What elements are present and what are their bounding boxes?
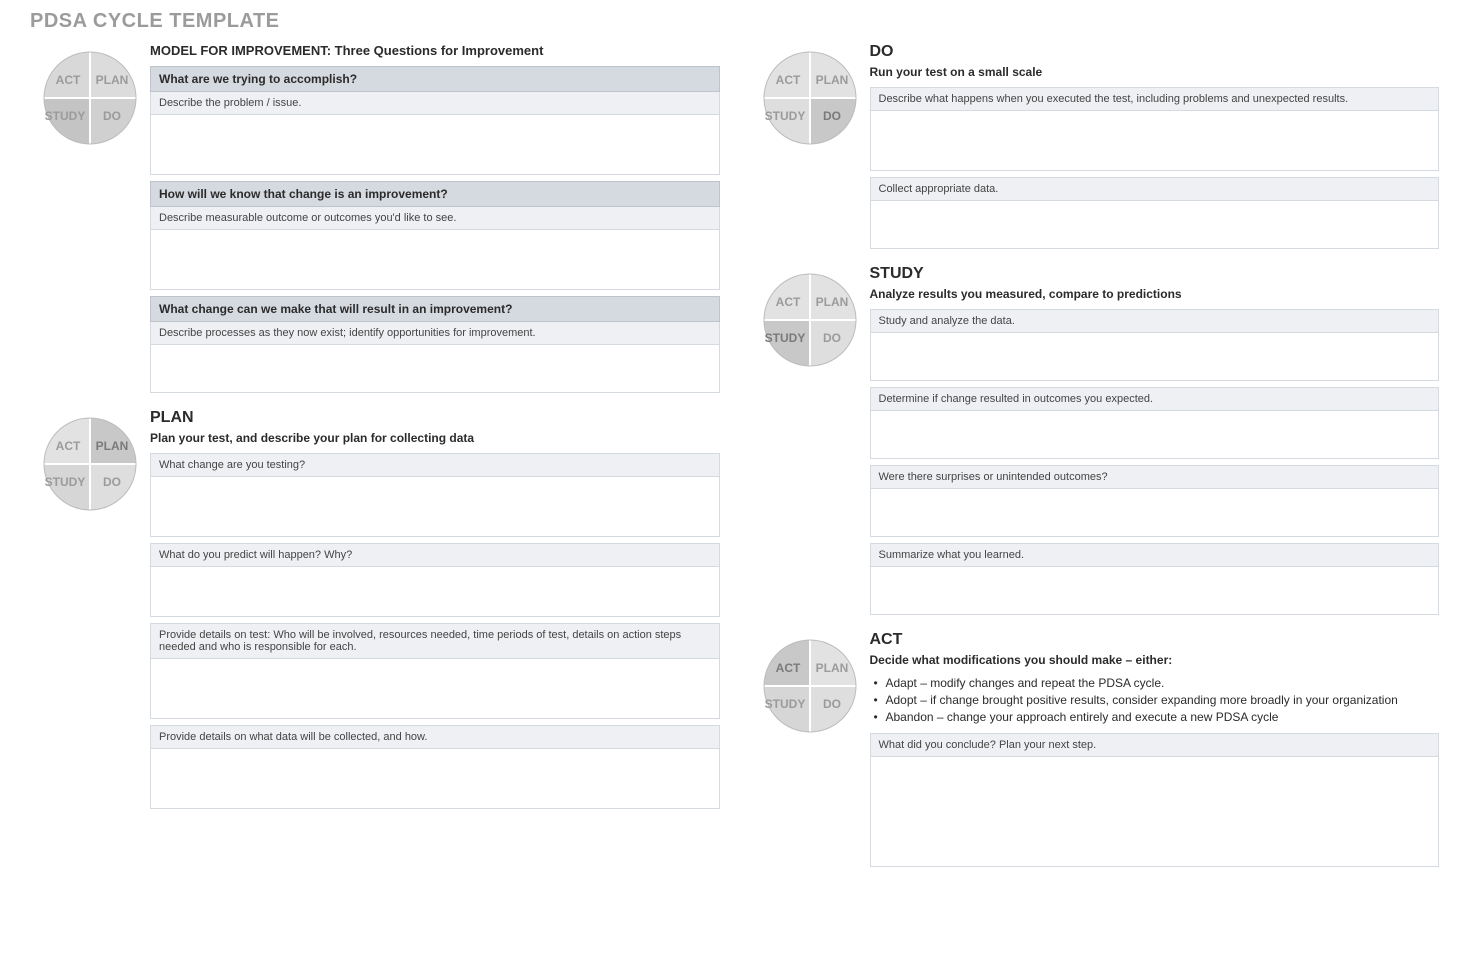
act-r1-answer[interactable] <box>870 757 1440 867</box>
do-r1-answer[interactable] <box>870 111 1440 171</box>
pdsa-wheel-icon: ACT PLAN STUDY DO <box>760 270 860 370</box>
wheel-act-label: ACT <box>775 661 800 675</box>
wheel-icon-model: ACT PLAN STUDY DO <box>30 43 150 148</box>
study-r4-hint: Summarize what you learned. <box>870 543 1440 567</box>
do-heading: DO <box>870 43 1440 61</box>
wheel-plan-label: PLAN <box>96 73 129 87</box>
wheel-plan-label: PLAN <box>815 295 848 309</box>
do-r2-hint: Collect appropriate data. <box>870 177 1440 201</box>
wheel-study-label: STUDY <box>45 475 86 489</box>
section-act: ACT PLAN STUDY DO ACT Decide what modifi… <box>750 631 1440 873</box>
wheel-plan-label: PLAN <box>815 661 848 675</box>
wheel-plan-label: PLAN <box>96 439 129 453</box>
wheel-study-label: STUDY <box>45 109 86 123</box>
right-column: ACT PLAN STUDY DO DO Run your test on a … <box>750 43 1440 883</box>
pdsa-wheel-icon: ACT PLAN STUDY DO <box>40 48 140 148</box>
do-sub: Run your test on a small scale <box>870 65 1440 79</box>
layout-columns: ACT PLAN STUDY DO MODEL FOR IMPROVEMENT:… <box>30 43 1439 883</box>
wheel-do-label: DO <box>103 475 121 489</box>
plan-r2-hint: What do you predict will happen? Why? <box>150 543 720 567</box>
wheel-study-label: STUDY <box>764 109 805 123</box>
study-sub: Analyze results you measured, compare to… <box>870 287 1440 301</box>
plan-r4-hint: Provide details on what data will be col… <box>150 725 720 749</box>
study-heading: STUDY <box>870 265 1440 283</box>
study-r4-answer[interactable] <box>870 567 1440 615</box>
page-title: PDSA CYCLE TEMPLATE <box>30 10 1439 33</box>
wheel-act-label: ACT <box>56 73 81 87</box>
plan-r2-answer[interactable] <box>150 567 720 617</box>
do-r2-answer[interactable] <box>870 201 1440 249</box>
act-bullet-adapt: Adapt – modify changes and repeat the PD… <box>874 675 1440 692</box>
plan-sub: Plan your test, and describe your plan f… <box>150 431 720 445</box>
wheel-icon-study: ACT PLAN STUDY DO <box>750 265 870 370</box>
plan-r1-answer[interactable] <box>150 477 720 537</box>
act-heading: ACT <box>870 631 1440 649</box>
model-q2-answer[interactable] <box>150 230 720 290</box>
plan-r3-hint: Provide details on test: Who will be inv… <box>150 623 720 659</box>
model-q2-hint: Describe measurable outcome or outcomes … <box>150 207 720 230</box>
wheel-do-label: DO <box>823 697 841 711</box>
act-r1-hint: What did you conclude? Plan your next st… <box>870 733 1440 757</box>
section-plan: ACT PLAN STUDY DO PLAN Plan your test, a… <box>30 409 720 815</box>
plan-r1-hint: What change are you testing? <box>150 453 720 477</box>
plan-r4-answer[interactable] <box>150 749 720 809</box>
section-model: ACT PLAN STUDY DO MODEL FOR IMPROVEMENT:… <box>30 43 720 399</box>
wheel-act-label: ACT <box>775 73 800 87</box>
wheel-do-label: DO <box>823 109 841 123</box>
plan-r3-answer[interactable] <box>150 659 720 719</box>
wheel-do-label: DO <box>103 109 121 123</box>
act-sub: Decide what modifications you should mak… <box>870 653 1440 667</box>
study-r1-hint: Study and analyze the data. <box>870 309 1440 333</box>
wheel-act-label: ACT <box>775 295 800 309</box>
plan-heading: PLAN <box>150 409 720 427</box>
study-r2-hint: Determine if change resulted in outcomes… <box>870 387 1440 411</box>
pdsa-wheel-icon: ACT PLAN STUDY DO <box>40 414 140 514</box>
model-q3-answer[interactable] <box>150 345 720 393</box>
left-column: ACT PLAN STUDY DO MODEL FOR IMPROVEMENT:… <box>30 43 720 883</box>
wheel-act-label: ACT <box>56 439 81 453</box>
act-bullet-adopt: Adopt – if change brought positive resul… <box>874 692 1440 709</box>
wheel-study-label: STUDY <box>764 697 805 711</box>
model-q1-title: What are we trying to accomplish? <box>150 66 720 92</box>
model-q2-title: How will we know that change is an impro… <box>150 181 720 207</box>
study-r3-hint: Were there surprises or unintended outco… <box>870 465 1440 489</box>
section-study: ACT PLAN STUDY DO STUDY Analyze results … <box>750 265 1440 621</box>
wheel-icon-do: ACT PLAN STUDY DO <box>750 43 870 148</box>
pdsa-wheel-icon: ACT PLAN STUDY DO <box>760 636 860 736</box>
wheel-do-label: DO <box>823 331 841 345</box>
wheel-icon-plan: ACT PLAN STUDY DO <box>30 409 150 514</box>
study-r3-answer[interactable] <box>870 489 1440 537</box>
act-bullets: Adapt – modify changes and repeat the PD… <box>874 675 1440 725</box>
model-q1-answer[interactable] <box>150 115 720 175</box>
model-q3-title: What change can we make that will result… <box>150 296 720 322</box>
act-bullet-abandon: Abandon – change your approach entirely … <box>874 709 1440 726</box>
wheel-plan-label: PLAN <box>815 73 848 87</box>
section-do: ACT PLAN STUDY DO DO Run your test on a … <box>750 43 1440 255</box>
model-q1-hint: Describe the problem / issue. <box>150 92 720 115</box>
wheel-icon-act: ACT PLAN STUDY DO <box>750 631 870 736</box>
study-r2-answer[interactable] <box>870 411 1440 459</box>
pdsa-wheel-icon: ACT PLAN STUDY DO <box>760 48 860 148</box>
model-heading: MODEL FOR IMPROVEMENT: Three Questions f… <box>150 43 720 58</box>
wheel-study-label: STUDY <box>764 331 805 345</box>
model-q3-hint: Describe processes as they now exist; id… <box>150 322 720 345</box>
study-r1-answer[interactable] <box>870 333 1440 381</box>
do-r1-hint: Describe what happens when you executed … <box>870 87 1440 111</box>
